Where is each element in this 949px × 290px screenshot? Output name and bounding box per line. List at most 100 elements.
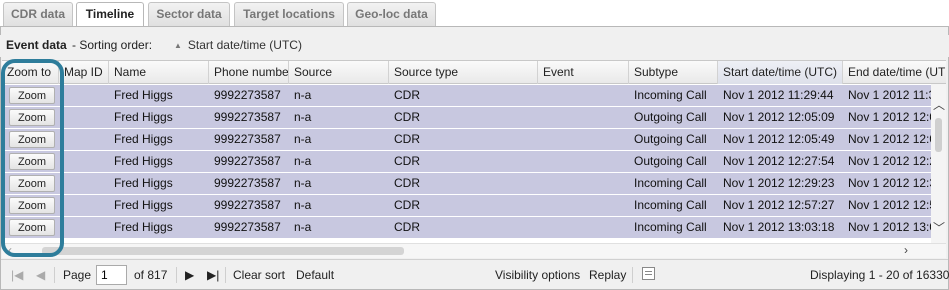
cell-phone-number: 9992273587 xyxy=(214,220,281,234)
column-header-start-date-time[interactable]: Start date/time (UTC) xyxy=(718,61,843,84)
pager-separator xyxy=(176,267,177,283)
cell-start-date-time: Nov 1 2012 12:05:49 xyxy=(723,132,835,146)
horizontal-scrollbar[interactable]: ‹ › xyxy=(2,243,946,258)
column-header-source-type[interactable]: Source type xyxy=(389,61,538,84)
zoom-button[interactable]: Zoom xyxy=(9,109,55,126)
table-row[interactable]: Zoom Fred Higgs 9992273587 n-a CDR Incoming C… xyxy=(2,195,946,217)
scroll-up-icon[interactable]: ︿ xyxy=(933,96,945,113)
default-button[interactable]: Default xyxy=(296,268,334,282)
cell-name: Fred Higgs xyxy=(114,88,173,102)
columns-icon[interactable] xyxy=(642,267,655,280)
cell-source: n-a xyxy=(294,198,312,212)
zoom-button[interactable]: Zoom xyxy=(9,175,55,192)
cell-map-id xyxy=(59,151,109,172)
scroll-left-icon[interactable]: ‹ xyxy=(8,243,12,257)
cell-name: Fred Higgs xyxy=(114,154,173,168)
cell-event xyxy=(538,217,629,238)
zoom-button[interactable]: Zoom xyxy=(9,197,55,214)
last-page-icon[interactable]: ▶| xyxy=(207,268,219,282)
cell-start-date-time: Nov 1 2012 13:03:18 xyxy=(723,220,835,234)
previous-page-icon[interactable]: ◀ xyxy=(36,268,45,282)
cell-source-type: CDR xyxy=(394,154,420,168)
cell-source-type: CDR xyxy=(394,88,420,102)
column-header-source[interactable]: Source xyxy=(289,61,389,84)
cell-end-date-time: Nov 1 2012 11:3 xyxy=(848,88,931,102)
cell-subtype: Incoming Call xyxy=(634,176,707,190)
vertical-scrollbar[interactable]: ︿ ﹀ xyxy=(931,84,946,243)
cell-subtype: Incoming Call xyxy=(634,88,707,102)
paging-toolbar: |◀ ◀ Page of 817 ▶ ▶| Clear sort Default… xyxy=(1,259,949,289)
column-header-name[interactable]: Name xyxy=(109,61,209,84)
cell-name: Fred Higgs xyxy=(114,198,173,212)
cell-source: n-a xyxy=(294,88,312,102)
event-toolbar: Event data - Sorting order: ▲ Start date/… xyxy=(0,35,949,57)
pager-separator xyxy=(632,267,633,283)
cell-subtype: Incoming Call xyxy=(634,198,707,212)
cell-source-type: CDR xyxy=(394,110,420,124)
cell-subtype: Outgoing Call xyxy=(634,132,707,146)
table-row[interactable]: Zoom Fred Higgs 9992273587 n-a CDR Outgoing C… xyxy=(2,151,946,173)
table-row[interactable]: Zoom Fred Higgs 9992273587 n-a CDR Incoming C… xyxy=(2,85,946,107)
column-header-event[interactable]: Event xyxy=(538,61,629,84)
cell-start-date-time: Nov 1 2012 12:29:23 xyxy=(723,176,835,190)
column-header-end-date-time[interactable]: End date/time (UTC) xyxy=(843,61,946,84)
tab-sector-data[interactable]: Sector data xyxy=(148,2,230,26)
event-grid: Zoom to Map ID Name Phone number Source … xyxy=(2,60,946,243)
zoom-button[interactable]: Zoom xyxy=(9,153,55,170)
vertical-scroll-thumb[interactable] xyxy=(935,118,942,152)
column-header-subtype[interactable]: Subtype xyxy=(629,61,718,84)
page-count-label: of 817 xyxy=(134,268,168,282)
table-row[interactable]: Zoom Fred Higgs 9992273587 n-a CDR Outgoing C… xyxy=(2,129,946,151)
grid-header: Zoom to Map ID Name Phone number Source … xyxy=(2,61,946,84)
tab-geo-loc-data[interactable]: Geo-loc data xyxy=(347,2,436,26)
replay-button[interactable]: Replay xyxy=(589,268,626,282)
column-header-phone-number[interactable]: Phone number xyxy=(209,61,289,84)
cell-map-id xyxy=(59,129,109,150)
tab-cdr-data[interactable]: CDR data xyxy=(3,2,73,26)
cell-start-date-time: Nov 1 2012 12:27:54 xyxy=(723,154,835,168)
visibility-options-button[interactable]: Visibility options xyxy=(495,268,580,282)
tab-target-locations[interactable]: Target locations xyxy=(234,2,344,26)
sorting-order-text: Start date/time (UTC) xyxy=(187,38,302,52)
cell-end-date-time: Nov 1 2012 12:0 xyxy=(848,132,931,146)
cell-source: n-a xyxy=(294,154,312,168)
cell-subtype: Incoming Call xyxy=(634,220,707,234)
cell-start-date-time: Nov 1 2012 12:05:09 xyxy=(723,110,835,124)
first-page-icon[interactable]: |◀ xyxy=(11,268,23,282)
cell-phone-number: 9992273587 xyxy=(214,132,281,146)
cell-phone-number: 9992273587 xyxy=(214,88,281,102)
sorting-order-label: - Sorting order: xyxy=(72,38,153,52)
column-header-map-id[interactable]: Map ID xyxy=(59,61,109,84)
cell-event xyxy=(538,151,629,172)
cell-event xyxy=(538,85,629,106)
sorting-order-value[interactable]: ▲ Start date/time (UTC) xyxy=(174,38,302,52)
zoom-button[interactable]: Zoom xyxy=(9,219,55,236)
event-data-title: Event data xyxy=(6,38,67,52)
next-page-icon[interactable]: ▶ xyxy=(185,268,194,282)
zoom-button[interactable]: Zoom xyxy=(9,131,55,148)
cell-name: Fred Higgs xyxy=(114,110,173,124)
table-row[interactable]: Zoom Fred Higgs 9992273587 n-a CDR Incoming C… xyxy=(2,217,946,239)
page-number-input[interactable] xyxy=(96,265,127,285)
scroll-down-icon[interactable]: ﹀ xyxy=(933,219,945,236)
cell-phone-number: 9992273587 xyxy=(214,176,281,190)
scroll-right-icon[interactable]: › xyxy=(904,243,908,257)
pager-separator xyxy=(54,267,55,283)
cell-event xyxy=(538,129,629,150)
cell-map-id xyxy=(59,85,109,106)
cell-phone-number: 9992273587 xyxy=(214,110,281,124)
horizontal-scroll-thumb[interactable] xyxy=(42,247,404,255)
table-row[interactable]: Zoom Fred Higgs 9992273587 n-a CDR Outgoing C… xyxy=(2,107,946,129)
pager-separator xyxy=(225,267,226,283)
clear-sort-button[interactable]: Clear sort xyxy=(233,268,285,282)
column-header-zoom-to[interactable]: Zoom to xyxy=(2,61,59,84)
cell-source-type: CDR xyxy=(394,176,420,190)
cell-phone-number: 9992273587 xyxy=(214,198,281,212)
cell-event xyxy=(538,195,629,216)
zoom-button[interactable]: Zoom xyxy=(9,87,55,104)
cell-source-type: CDR xyxy=(394,132,420,146)
cell-subtype: Outgoing Call xyxy=(634,110,707,124)
cell-source: n-a xyxy=(294,220,312,234)
tab-timeline[interactable]: Timeline xyxy=(76,2,144,27)
table-row[interactable]: Zoom Fred Higgs 9992273587 n-a CDR Incoming C… xyxy=(2,173,946,195)
